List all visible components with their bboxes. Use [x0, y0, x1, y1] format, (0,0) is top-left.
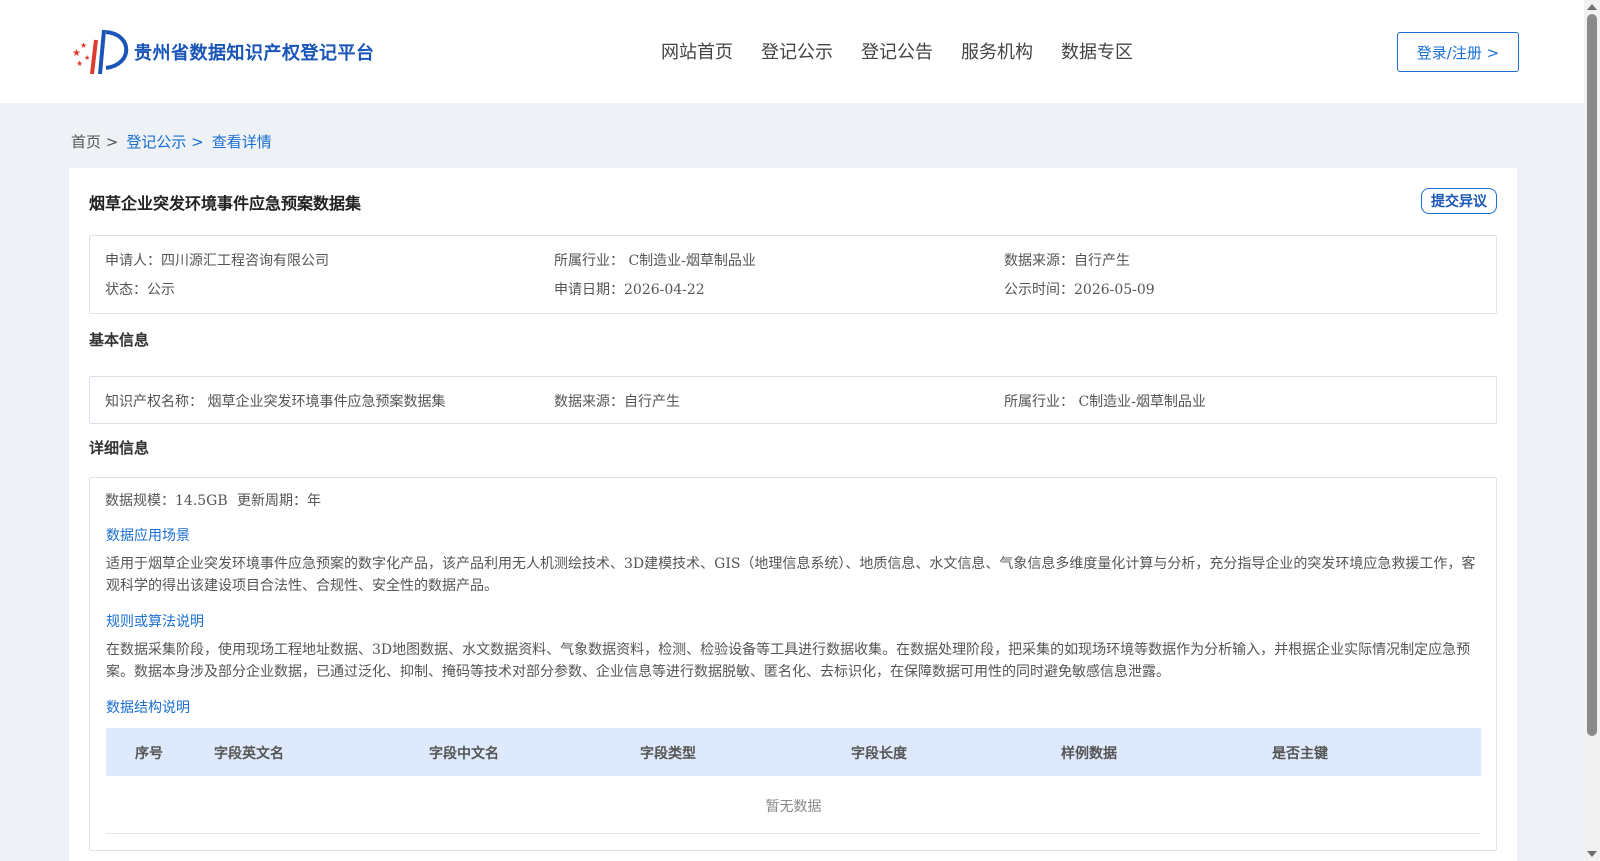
page-title: 烟草企业突发环境事件应急预案数据集 [89, 194, 362, 213]
basic-info-heading: 基本信息 [89, 331, 150, 349]
nav-registration-notice[interactable]: 登记公示 [761, 38, 833, 64]
data-structure-table: 序号 字段英文名 字段中文名 字段类型 字段长度 样例数据 是否主键 暂无数据 [106, 728, 1481, 834]
scroll-down-arrow-icon[interactable] [1587, 851, 1597, 857]
summary-box: 申请人：四川源汇工程咨询有限公司 所属行业： C制造业-烟草制品业 数据来源：自… [89, 235, 1497, 314]
scrollbar-thumb[interactable] [1587, 14, 1597, 736]
login-register-button[interactable]: 登录/注册 > [1397, 32, 1519, 72]
site-logo[interactable]: ★ ★ ★ ★ 贵州省数据知识产权登记平台 [70, 26, 375, 78]
data-source: 数据来源：自行产生 [1004, 253, 1130, 269]
basic-info-box: 知识产权名称： 烟草企业突发环境事件应急预案数据集 数据来源：自行产生 所属行业… [89, 376, 1497, 424]
submit-dispute-button[interactable]: 提交异议 [1421, 188, 1497, 214]
table-header: 序号 字段英文名 字段中文名 字段类型 字段长度 样例数据 是否主键 [106, 728, 1481, 776]
col-field-en: 字段英文名 [214, 746, 284, 762]
col-field-cn: 字段中文名 [429, 746, 499, 762]
detail-info-box: 数据规模：14.5GB 更新周期：年 数据应用场景 适用于烟草企业突发环境事件应… [89, 477, 1497, 851]
structure-heading: 数据结构说明 [106, 700, 190, 716]
basic-data-source: 数据来源：自行产生 [554, 394, 680, 410]
breadcrumb-current: 查看详情 [211, 133, 272, 151]
detail-card: 烟草企业突发环境事件应急预案数据集 提交异议 申请人：四川源汇工程咨询有限公司 … [69, 168, 1517, 861]
data-scale: 数据规模：14.5GB [105, 493, 228, 509]
detail-info-heading: 详细信息 [89, 439, 150, 457]
col-index: 序号 [135, 746, 163, 762]
nav-registration-announcement[interactable]: 登记公告 [861, 38, 933, 64]
breadcrumb-home[interactable]: 首页 > [71, 131, 118, 152]
publish-time: 公示时间：2026-05-09 [1004, 282, 1155, 298]
update-cycle: 更新周期：年 [237, 493, 321, 509]
table-empty-row: 暂无数据 [106, 776, 1481, 834]
scroll-up-arrow-icon[interactable] [1587, 4, 1597, 10]
nav-home[interactable]: 网站首页 [661, 38, 733, 64]
site-header: ★ ★ ★ ★ 贵州省数据知识产权登记平台 网站首页 登记公示 登记公告 服务机… [0, 0, 1584, 103]
apply-date: 申请日期：2026-04-22 [554, 282, 705, 298]
scenario-heading: 数据应用场景 [106, 528, 190, 544]
industry: 所属行业： C制造业-烟草制品业 [554, 253, 756, 269]
col-field-length: 字段长度 [851, 746, 907, 762]
nav-service-agencies[interactable]: 服务机构 [961, 38, 1033, 64]
nav-data-zone[interactable]: 数据专区 [1061, 38, 1133, 64]
applicant: 申请人：四川源汇工程咨询有限公司 [105, 253, 329, 269]
col-sample-data: 样例数据 [1061, 746, 1117, 762]
logo-emblem-icon: ★ ★ ★ ★ [70, 26, 130, 78]
svg-text:★: ★ [84, 54, 90, 62]
svg-text:★: ★ [76, 59, 83, 68]
empty-text: 暂无数据 [765, 799, 822, 815]
site-name: 贵州省数据知识产权登记平台 [134, 43, 375, 64]
breadcrumb-section[interactable]: 登记公示 > [126, 131, 203, 152]
page-scrollbar[interactable] [1584, 0, 1600, 861]
rules-text: 在数据采集阶段，使用现场工程地址数据、3D地图数据、水文数据资料、气象数据资料，… [106, 642, 1471, 680]
scenario-text: 适用于烟草企业突发环境事件应急预案的数字化产品，该产品利用无人机测绘技术、3D建… [106, 556, 1476, 594]
rules-heading: 规则或算法说明 [106, 614, 204, 630]
main-nav: 网站首页 登记公示 登记公告 服务机构 数据专区 [661, 38, 1161, 64]
col-primary-key: 是否主键 [1272, 746, 1328, 762]
col-field-type: 字段类型 [640, 746, 696, 762]
svg-text:★: ★ [80, 41, 87, 50]
basic-industry: 所属行业： C制造业-烟草制品业 [1004, 394, 1206, 410]
ip-name: 知识产权名称： 烟草企业突发环境事件应急预案数据集 [105, 394, 446, 410]
status: 状态：公示 [105, 282, 175, 298]
breadcrumb: 首页 > 登记公示 > 查看详情 [71, 131, 280, 152]
